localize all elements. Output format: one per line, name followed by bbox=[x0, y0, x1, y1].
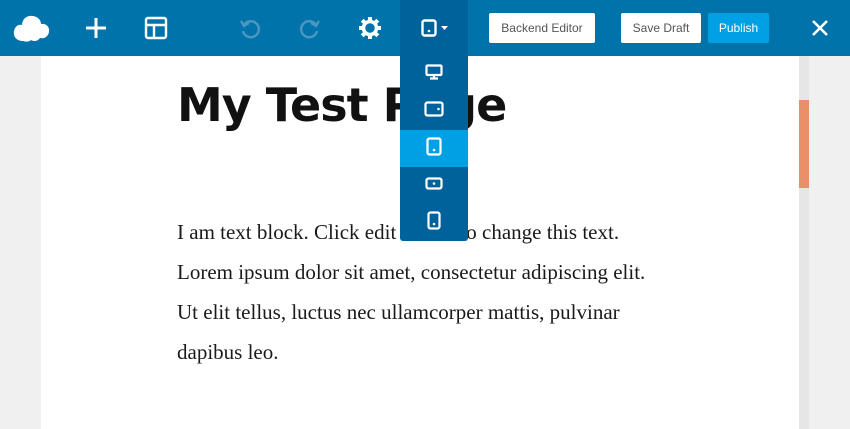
device-dropdown bbox=[400, 56, 468, 241]
add-element-button[interactable] bbox=[74, 0, 118, 56]
desktop-icon bbox=[425, 64, 443, 85]
backend-editor-button[interactable]: Backend Editor bbox=[489, 13, 595, 43]
plus-icon bbox=[84, 16, 108, 40]
layout-icon bbox=[144, 16, 168, 40]
templates-button[interactable] bbox=[134, 0, 178, 56]
device-option-desktop[interactable] bbox=[400, 56, 468, 93]
editor-toolbar: Backend Editor Save Draft Publish bbox=[0, 0, 850, 56]
tablet-portrait-icon bbox=[420, 19, 437, 37]
close-button[interactable] bbox=[800, 0, 840, 56]
responsive-view-button[interactable] bbox=[400, 0, 468, 56]
device-option-tablet-landscape[interactable] bbox=[400, 93, 468, 130]
settings-button[interactable] bbox=[348, 0, 392, 56]
tablet-portrait-icon bbox=[426, 136, 442, 161]
publish-button[interactable]: Publish bbox=[708, 13, 769, 43]
tablet-landscape-icon bbox=[424, 101, 444, 122]
redo-button[interactable] bbox=[288, 0, 332, 56]
mobile-portrait-icon bbox=[427, 210, 441, 235]
scrollbar-thumb[interactable] bbox=[799, 100, 809, 188]
save-draft-button[interactable]: Save Draft bbox=[621, 13, 701, 43]
chevron-down-icon bbox=[440, 25, 448, 31]
logo-icon[interactable] bbox=[10, 0, 54, 56]
mobile-landscape-icon bbox=[425, 176, 443, 195]
gear-icon bbox=[358, 16, 382, 40]
redo-icon bbox=[299, 17, 321, 39]
undo-button[interactable] bbox=[228, 0, 272, 56]
undo-icon bbox=[239, 17, 261, 39]
device-option-tablet-portrait[interactable] bbox=[400, 130, 468, 167]
close-icon bbox=[811, 19, 829, 37]
device-option-mobile-portrait[interactable] bbox=[400, 204, 468, 241]
device-option-mobile-landscape[interactable] bbox=[400, 167, 468, 204]
